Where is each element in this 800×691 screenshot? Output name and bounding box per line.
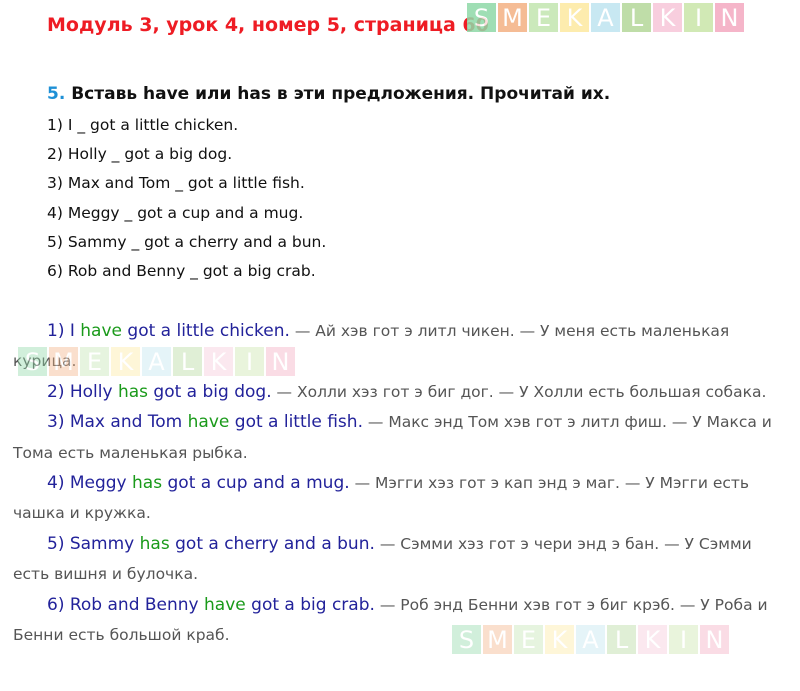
task-heading: 5. Вставь have или has в эти предложения… xyxy=(47,84,610,104)
watermark-letter: L xyxy=(607,625,636,654)
answer-verb: has xyxy=(139,533,170,554)
answer-sentence-start: 1) I xyxy=(47,321,81,341)
watermark-letter: E xyxy=(80,347,109,376)
watermark-letter: A xyxy=(591,3,620,32)
watermark-letter: I xyxy=(669,625,698,654)
watermark-bottom: SMEKALKIN xyxy=(452,625,731,654)
question-list: 1) I _ got a little chicken. 2) Holly _ … xyxy=(47,114,326,289)
watermark-letter: N xyxy=(715,3,744,32)
task-number: 5. xyxy=(47,84,66,104)
answer-sentence-end: got a big crab. xyxy=(245,594,375,615)
answer-verb: has xyxy=(132,473,163,494)
watermark-letter: N xyxy=(700,625,729,654)
watermark-letter: E xyxy=(514,625,543,654)
answer-item: 4) Meggy has got a cup and a mug. — Мэгг… xyxy=(13,468,788,529)
document-page: Модуль 3, урок 4, номер 5, страница 60 S… xyxy=(0,0,800,691)
answer-sentence-end: got a little chicken. xyxy=(122,321,290,341)
answer-verb: have xyxy=(204,594,246,615)
answer-translation: — Холли хэз гот э биг дог. — У Холли ест… xyxy=(271,382,767,401)
task-instruction: Вставь have или has в эти предложения. П… xyxy=(71,84,611,104)
watermark-letter: N xyxy=(266,347,295,376)
watermark-letter: K xyxy=(545,625,574,654)
watermark-letter: S xyxy=(18,347,47,376)
question-item: 1) I _ got a little chicken. xyxy=(47,116,239,134)
question-item: 2) Holly _ got a big dog. xyxy=(47,145,233,164)
watermark-letter: K xyxy=(111,347,140,376)
watermark-letter: M xyxy=(49,347,78,376)
answer-item: 2) Holly has got a big dog. — Холли хэз … xyxy=(13,377,788,407)
question-item: 5) Sammy _ got a cherry and a bun. xyxy=(47,232,327,251)
answer-verb: have xyxy=(80,321,122,341)
answer-sentence-start: 4) Meggy xyxy=(47,473,133,494)
watermark-letter: E xyxy=(529,3,558,32)
watermark-letter: I xyxy=(684,3,713,32)
watermark-letter: K xyxy=(560,3,589,32)
page-title: Модуль 3, урок 4, номер 5, страница 60 xyxy=(47,14,489,36)
answer-sentence-start: 5) Sammy xyxy=(47,533,140,554)
answer-sentence-start: 3) Max and Tom xyxy=(47,412,188,433)
watermark-letter: S xyxy=(467,3,496,32)
watermark-letter: M xyxy=(483,625,512,654)
watermark-letter: A xyxy=(576,625,605,654)
watermark-top: SMEKALKIN xyxy=(467,3,746,32)
watermark-middle: SMEKALKIN xyxy=(18,347,297,376)
answer-sentence-end: got a little fish. xyxy=(229,412,363,433)
answer-sentence-end: got a cup and a mug. xyxy=(162,473,350,494)
watermark-letter: K xyxy=(653,3,682,32)
watermark-letter: S xyxy=(452,625,481,654)
answer-item: 5) Sammy has got a cherry and a bun. — С… xyxy=(13,529,788,590)
answer-sentence-start: 6) Rob and Benny xyxy=(47,594,205,615)
question-item: 4) Meggy _ got a cup and a mug. xyxy=(47,203,304,222)
watermark-letter: M xyxy=(498,3,527,32)
watermark-letter: L xyxy=(173,347,202,376)
answer-sentence-end: got a big dog. xyxy=(148,381,272,402)
watermark-letter: I xyxy=(235,347,264,376)
question-item: 6) Rob and Benny _ got a big crab. xyxy=(47,261,316,280)
watermark-letter: K xyxy=(638,625,667,654)
answer-verb: have xyxy=(187,412,230,433)
answer-verb: has xyxy=(117,381,149,402)
watermark-letter: L xyxy=(622,3,651,32)
answer-item: 3) Max and Tom have got a little fish. —… xyxy=(13,407,788,468)
answer-sentence-start: 2) Holly xyxy=(47,381,118,402)
answer-sentence-end: got a cherry and a bun. xyxy=(169,533,375,554)
watermark-letter: K xyxy=(204,347,233,376)
watermark-letter: A xyxy=(142,347,171,376)
question-item: 3) Max and Tom _ got a little fish. xyxy=(47,174,305,193)
